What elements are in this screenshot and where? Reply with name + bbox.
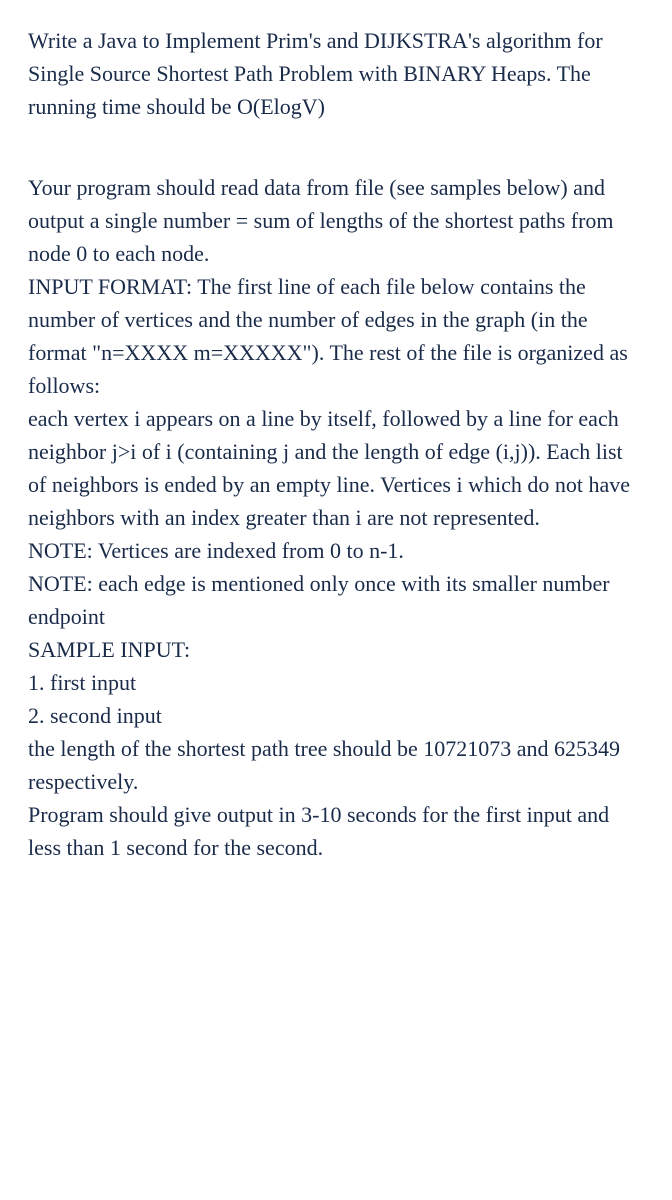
vertex-description-paragraph: each vertex i appears on a line by itsel… (28, 402, 644, 534)
expected-output-paragraph: the length of the shortest path tree sho… (28, 732, 644, 798)
note2-paragraph: NOTE: each edge is mentioned only once w… (28, 567, 644, 633)
paragraph-spacer (28, 123, 644, 171)
sample-header-paragraph: SAMPLE INPUT: (28, 633, 644, 666)
intro-paragraph: Write a Java to Implement Prim's and DIJ… (28, 24, 644, 123)
sample2-paragraph: 2. second input (28, 699, 644, 732)
timing-paragraph: Program should give output in 3-10 secon… (28, 798, 644, 864)
note1-paragraph: NOTE: Vertices are indexed from 0 to n-1… (28, 534, 644, 567)
input-format-paragraph: INPUT FORMAT: The first line of each fil… (28, 270, 644, 402)
description-paragraph: Your program should read data from file … (28, 171, 644, 270)
sample1-paragraph: 1. first input (28, 666, 644, 699)
